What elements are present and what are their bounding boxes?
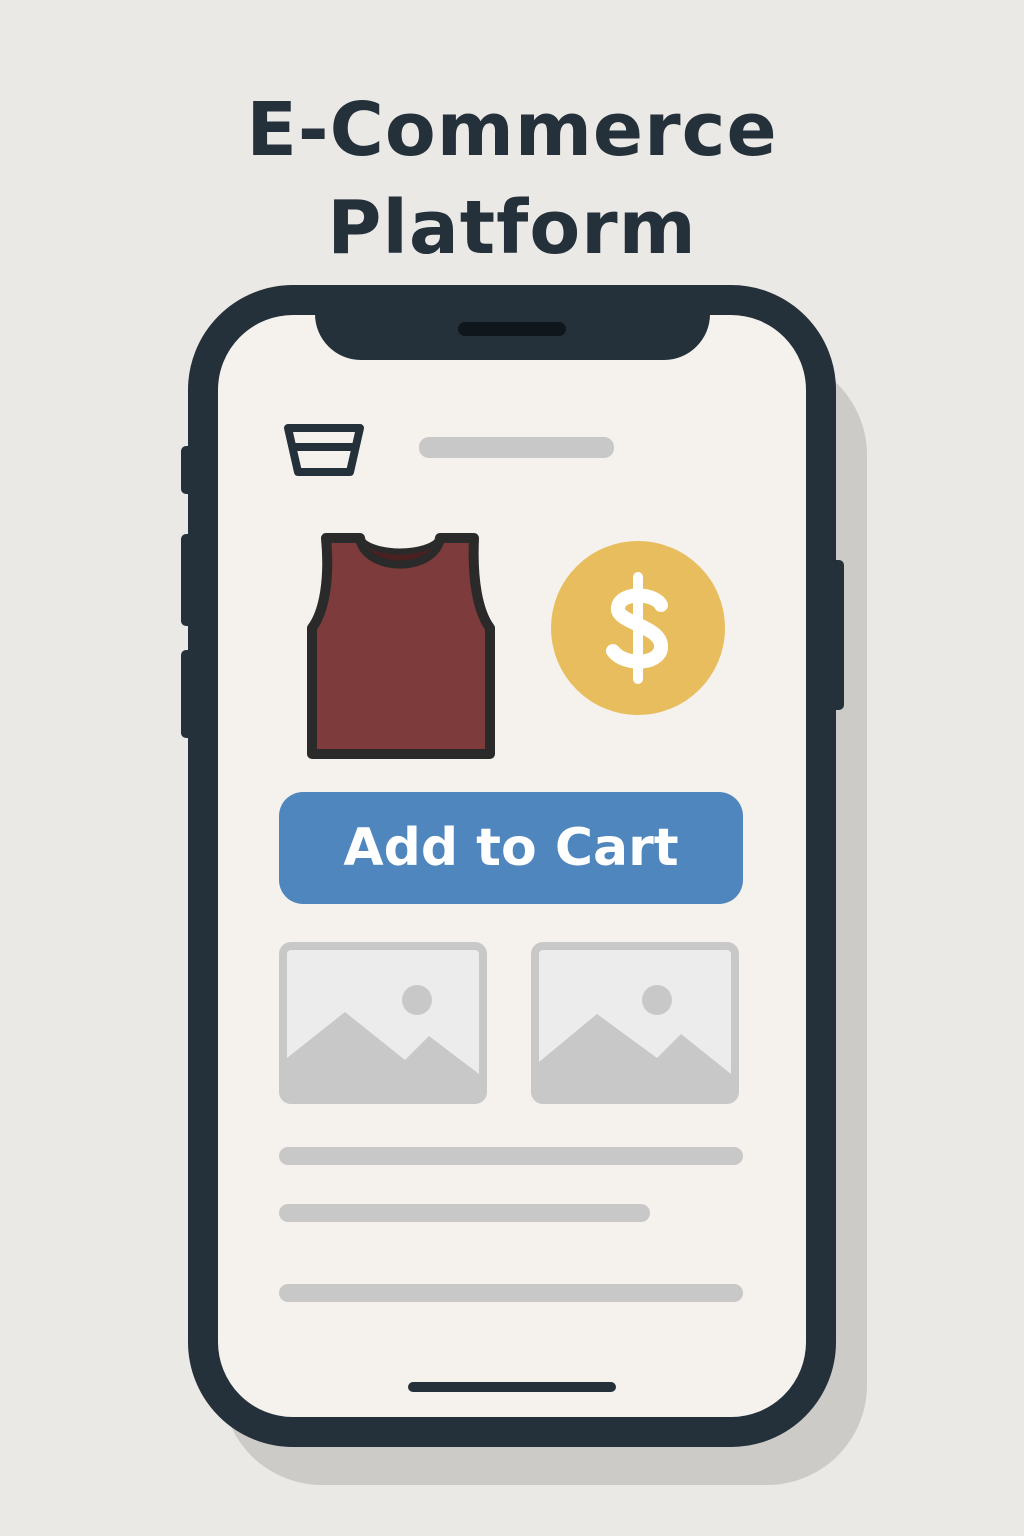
description-line-placeholder (279, 1147, 743, 1165)
dollar-coin-icon (551, 541, 725, 715)
add-to-cart-button[interactable]: Add to Cart (279, 792, 743, 904)
tank-top-icon (307, 533, 495, 759)
home-indicator[interactable] (408, 1382, 616, 1392)
image-placeholder-icon (539, 985, 731, 1096)
shopping-basket-icon[interactable] (282, 420, 366, 480)
page-title-line-1: E-Commerce (246, 87, 778, 173)
header-title-placeholder (419, 437, 614, 458)
product-image-thumbnail[interactable] (531, 942, 739, 1104)
product-image-thumbnail[interactable] (279, 942, 487, 1104)
image-placeholder-icon (287, 985, 479, 1096)
description-line-placeholder (279, 1284, 743, 1302)
description-line-placeholder (279, 1204, 650, 1222)
phone-speaker (458, 322, 566, 336)
page-title-line-2: Platform (327, 185, 697, 271)
